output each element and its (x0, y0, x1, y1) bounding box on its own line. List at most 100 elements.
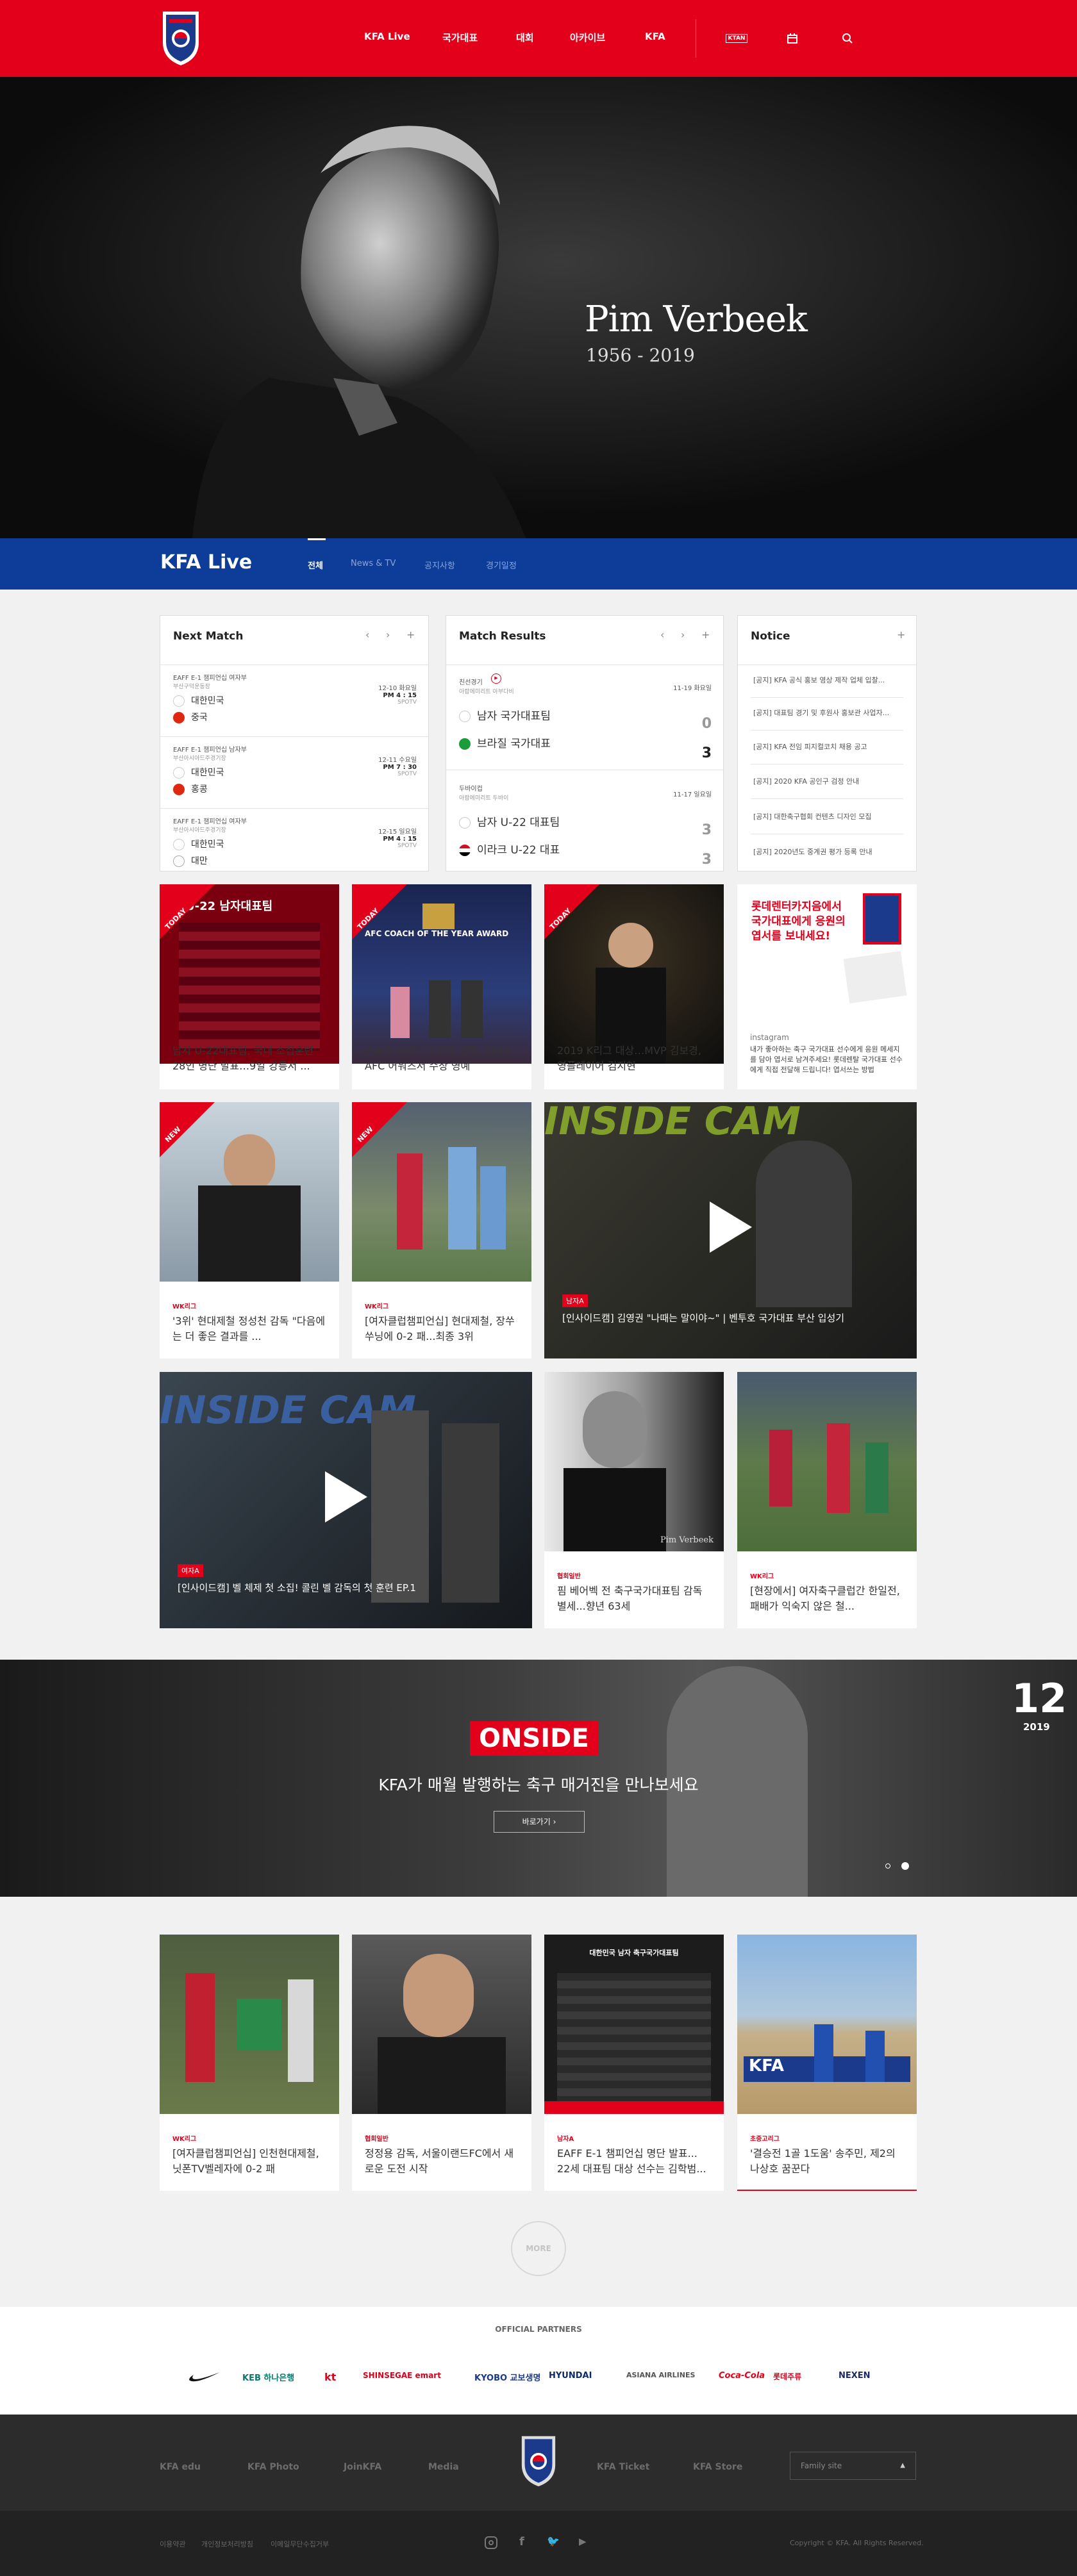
notice-item[interactable]: [공지] KFA 공식 홍보 영상 제작 업체 입찰... (753, 675, 901, 685)
news-card[interactable]: WK리그 [여자클럽챔피언십] 인천현대제철, 닛폰TV벨레자에 0-2 패 (160, 1935, 339, 2191)
match-item[interactable]: EAFF E-1 챔피언십 여자부 부산구덕운동장 대한민국 중국 (173, 672, 247, 723)
play-icon[interactable] (325, 1471, 367, 1523)
match-item[interactable]: EAFF E-1 챔피언십 남자부 부산아시아드주경기장 대한민국 홍콩 (173, 744, 247, 795)
youtube-icon[interactable]: ▶ (579, 2536, 587, 2547)
news-card[interactable]: 대한민국 남자 축구국가대표팀 남자A EAFF E-1 챔피언십 명단 발표.… (544, 1935, 724, 2191)
news-card[interactable]: NEW WK리그 '3위' 현대제철 정성천 감독 "다음에는 더 좋은 결과를… (160, 1102, 339, 1358)
partners-section: OFFICIAL PARTNERS KEB 하나은행 kt SHINSEGAE … (0, 2307, 1077, 2415)
footer-link[interactable]: KFA Ticket (597, 2462, 649, 2472)
card-title: 핌 베어벡 전 축구국가대표팀 감독 별세...향년 63세 (557, 1585, 703, 1612)
kfa-logo[interactable] (159, 9, 203, 67)
news-thumbnail: 대한민국 남자 축구국가대표팀 (544, 1935, 724, 2114)
footer-link[interactable]: JoinKFA (344, 2462, 381, 2472)
calendar-icon[interactable] (781, 27, 804, 50)
news-card[interactable]: Pim Verbeek 협회일반 핌 베어벡 전 축구국가대표팀 감독 별세..… (544, 1372, 724, 1628)
plus-icon[interactable]: + (701, 629, 710, 641)
match-results-widget: Match Results ‹ › + 친선경기 ▶ 아랍에미리트 아부다비 1… (446, 615, 724, 871)
korea-flag-icon (459, 817, 471, 829)
korea-flag-icon (173, 695, 185, 707)
news-thumbnail: KFA (737, 1935, 917, 2114)
video-card[interactable]: INSIDE CAM 여자A [인사이드캠] 벨 체제 첫 소집! 콜린 벨 감… (160, 1372, 532, 1628)
terms-link[interactable]: 이용약관 (160, 2539, 185, 2549)
footer-link[interactable]: Media (428, 2462, 459, 2472)
tab-schedule[interactable]: 경기일정 (486, 559, 517, 571)
tab-news-tv[interactable]: News & TV (351, 559, 396, 568)
nav-kfa-live[interactable]: KFA Live (364, 31, 410, 42)
news-card[interactable]: AFC COACH OF THE YEAR AWARD TODAY 손흥민·이강… (352, 884, 531, 1089)
news-card[interactable]: U-22 남자대표팀 TODAY 남자 U-22대표팀, 국내 소집훈련 28인… (160, 884, 339, 1089)
kfa-live-bar: KFA Live 전체 News & TV 공지사항 경기일정 (0, 538, 1077, 590)
nav-competitions[interactable]: 대회 (516, 31, 534, 44)
footer-link[interactable]: KFA Store (693, 2462, 742, 2472)
partner-logo[interactable]: Coca-Cola (719, 2371, 765, 2381)
partner-logo[interactable]: SHINSEGAE emart (363, 2371, 441, 2380)
video-tag: 여자A (178, 1564, 203, 1577)
hero-banner[interactable]: Pim Verbeek 1956 - 2019 (0, 77, 1077, 538)
card-title: EAFF E-1 챔피언십 명단 발표... 22세 대표팀 대상 선수는 김학… (557, 2147, 706, 2175)
prev-arrow-icon[interactable]: ‹ (365, 629, 369, 641)
privacy-link[interactable]: 개인정보처리방침 (201, 2539, 253, 2549)
notice-item[interactable]: [공지] 대표팀 경기 및 후원사 홍보관 사업자... (753, 707, 901, 718)
notice-item[interactable]: [공지] 2020 KFA 공인구 검정 안내 (753, 776, 901, 786)
news-card[interactable]: KFA 초중고리그 '결승전 1골 1도움' 송주민, 제2의 나상호 꿈꾼다 (737, 1935, 917, 2191)
video-play-icon[interactable]: ▶ (491, 673, 501, 684)
card-category: WK리그 (365, 1303, 389, 1310)
news-card[interactable]: TODAY 2019 K리그 대상…MVP 김보경, 영플레이어 김지현 (544, 884, 724, 1089)
next-match-widget: Next Match ‹ › + EAFF E-1 챔피언십 여자부 부산구덕운… (160, 615, 429, 871)
plus-icon[interactable]: + (897, 629, 905, 641)
slide-dot-active[interactable] (901, 1862, 909, 1870)
video-caption: [인사이드캠] 벨 체제 첫 소집! 콜린 벨 감독의 첫 훈련 EP.1 (178, 1582, 416, 1594)
nav-kfa[interactable]: KFA (645, 31, 665, 42)
video-card[interactable]: INSIDE CAM 남자A [인사이드캠] 김영권 "나때는 말이야~" | … (544, 1102, 917, 1358)
tab-notice[interactable]: 공지사항 (424, 559, 455, 571)
match-tv: SPOTV (397, 699, 417, 706)
notice-item[interactable]: [공지] 2020년도 중계권 평가 등록 안내 (753, 846, 901, 857)
footer-link[interactable]: KFA Photo (247, 2462, 299, 2472)
partner-logo[interactable]: ASIANA AIRLINES (626, 2371, 695, 2379)
play-icon[interactable] (710, 1201, 752, 1253)
result-item[interactable]: 친선경기 ▶ 아랍에미리트 아부다비 11-19 화요일 남자 국가대표팀 0 … (459, 673, 712, 761)
slide-dot[interactable] (885, 1863, 890, 1869)
partner-logo[interactable]: KYOBO 교보생명 (474, 2371, 540, 2383)
partner-logo[interactable]: KEB 하나은행 (242, 2371, 294, 2383)
footer-link[interactable]: KFA edu (160, 2462, 201, 2472)
facebook-icon[interactable]: f (519, 2535, 524, 2548)
twitter-icon[interactable]: 🐦 (547, 2535, 560, 2547)
search-icon[interactable] (836, 27, 859, 50)
partner-logo[interactable]: 롯데주류 (773, 2371, 801, 2382)
match-item[interactable]: EAFF E-1 챔피언십 여자부 부산아시아드주경기장 대한민국 대만 (173, 816, 247, 867)
news-card[interactable]: NEW WK리그 [여자클럽챔피언십] 현대제철, 장쑤쑤닝에 0-2 패...… (352, 1102, 531, 1358)
nav-national-team[interactable]: 국가대표 (442, 31, 478, 44)
prev-arrow-icon[interactable]: ‹ (660, 629, 664, 641)
partner-logo[interactable]: NEXEN (839, 2371, 871, 2381)
instagram-card[interactable]: 롯데렌터카지음에서 국가대표에게 응원의 엽서를 보내세요! instagram… (737, 884, 917, 1089)
instagram-icon[interactable] (485, 2536, 497, 2549)
footer-logo[interactable] (518, 2434, 559, 2488)
next-arrow-icon[interactable]: › (681, 629, 685, 641)
next-arrow-icon[interactable]: › (386, 629, 390, 641)
korea-flag-icon (459, 711, 471, 722)
email-refusal-link[interactable]: 이메일무단수집거부 (271, 2539, 329, 2549)
match-tv: SPOTV (397, 843, 417, 849)
news-card[interactable]: 협회일반 정정용 감독, 서울이랜드FC에서 새로운 도전 시작 (352, 1935, 531, 2191)
card-title: 남자 U-22대표팀, 국내 소집훈련 28인 명단 발표…9일 강릉서 ... (172, 1044, 314, 1072)
partner-logo[interactable]: HYUNDAI (549, 2371, 592, 2381)
tab-all[interactable]: 전체 (308, 559, 323, 571)
plus-icon[interactable]: + (406, 629, 415, 641)
result-item[interactable]: 두바이컵 아랍에미리트 두바이 11-17 일요일 남자 U-22 대표팀 3 … (459, 781, 712, 868)
card-title: 내가 좋아하는 축구 국가대표 선수에게 응원 메세지를 담아 엽서로 남겨주세… (750, 1045, 903, 1074)
notice-item[interactable]: [공지] 대한축구협회 컨텐츠 디자인 모집 (753, 811, 901, 822)
notice-item[interactable]: [공지] KFA 전임 피지컬코치 채용 공고 (753, 741, 901, 752)
card-category: WK리그 (750, 1573, 774, 1580)
ktan-icon[interactable]: KTAN (725, 27, 748, 50)
nike-logo[interactable] (188, 2371, 221, 2386)
onside-button[interactable]: 바로가기 › (494, 1811, 585, 1833)
news-thumbnail: Pim Verbeek (544, 1372, 724, 1551)
family-site-select[interactable]: Family site ▲ (790, 2452, 916, 2480)
news-card[interactable]: WK리그 [현장에서] 여자축구클럽간 한일전, 패배가 익숙지 않은 철... (737, 1372, 917, 1628)
partner-logo[interactable]: kt (324, 2371, 336, 2383)
card-category: WK리그 (172, 2136, 197, 2143)
nav-archive[interactable]: 아카이브 (570, 31, 605, 44)
card-category: 협회일반 (365, 2136, 388, 2143)
more-button[interactable]: MORE (511, 2221, 566, 2276)
